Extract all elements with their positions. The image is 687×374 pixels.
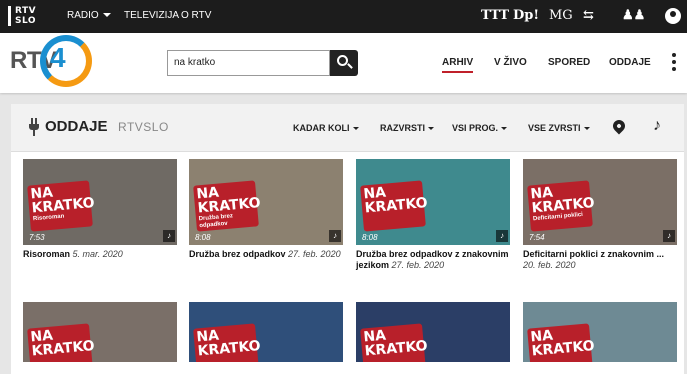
video-thumbnail[interactable]: NA KRATKO Deficitarni poklici 7:54 ♪ bbox=[523, 159, 677, 245]
video-title[interactable]: Deficitarni poklici z znakovnim ... 20. … bbox=[523, 249, 677, 271]
duration-label: 7:54 bbox=[529, 233, 545, 242]
filter-vse-zvrsti[interactable]: VSE ZVRSTI bbox=[528, 123, 590, 133]
logo-text: RTV SLO bbox=[15, 6, 36, 26]
video-title[interactable]: Risoroman 5. mar. 2020 bbox=[23, 249, 177, 260]
video-thumbnail[interactable]: NA KRATKO bbox=[356, 302, 510, 362]
duration-label: 7:53 bbox=[29, 233, 45, 242]
section-subtitle: RTVSLO bbox=[118, 120, 169, 134]
video-thumbnail[interactable]: NA KRATKO 8:08 ♪ bbox=[356, 159, 510, 245]
rtvslo-logo[interactable]: RTV SLO bbox=[8, 5, 46, 29]
video-thumbnail[interactable]: NA KRATKO bbox=[23, 302, 177, 362]
video-title-text: Deficitarni poklici z znakovnim ... bbox=[523, 249, 665, 259]
rtv4-logo-ring bbox=[40, 35, 92, 87]
na-kratko-badge-text: NA KRATKO bbox=[529, 327, 596, 360]
na-kratko-badge-text: NA KRATKO bbox=[195, 184, 262, 217]
na-kratko-badge-text: NA KRATKO bbox=[362, 327, 429, 360]
chevron-down-icon bbox=[583, 127, 590, 131]
channel-dp[interactable]: Dp! bbox=[513, 8, 539, 23]
video-title-text: Risoroman bbox=[23, 249, 71, 259]
search-input[interactable]: na kratko bbox=[167, 50, 330, 76]
video-title[interactable]: Družba brez odpadkov z znakovnim jezikom… bbox=[356, 249, 510, 271]
top-bar: RTV SLO RADIO TELEVIZIJA O RTV TTT Dp! M… bbox=[0, 0, 687, 33]
location-pin-icon[interactable] bbox=[610, 117, 628, 135]
nav-radio[interactable]: RADIO bbox=[67, 10, 111, 21]
nav-radio-label: RADIO bbox=[67, 10, 99, 21]
filter-razvrsti[interactable]: RAZVRSTI bbox=[380, 123, 434, 133]
nav-v-zivo[interactable]: V ŽIVO bbox=[494, 57, 527, 68]
logo-bar bbox=[8, 6, 11, 26]
family-icon[interactable]: ♟♟ bbox=[622, 8, 645, 23]
filter-label: RAZVRSTI bbox=[380, 123, 425, 133]
music-note-icon[interactable]: ♪ bbox=[329, 230, 341, 242]
filter-label: KADAR KOLI bbox=[293, 123, 350, 133]
search-button[interactable] bbox=[330, 50, 358, 76]
plug-icon bbox=[29, 118, 39, 136]
car-icon[interactable]: ⇆ bbox=[583, 8, 594, 23]
chevron-down-icon bbox=[102, 13, 111, 18]
channel-mg[interactable]: MG bbox=[549, 8, 573, 23]
chevron-down-icon bbox=[352, 127, 359, 131]
header: RTV 4 na kratko ARHIV V ŽIVO SPORED ODDA… bbox=[0, 33, 687, 93]
video-date: 5. mar. 2020 bbox=[72, 249, 123, 259]
music-note-icon[interactable]: ♪ bbox=[663, 230, 675, 242]
filter-label: VSE ZVRSTI bbox=[528, 123, 581, 133]
logo-line1: RTV bbox=[15, 6, 37, 16]
video-thumbnail[interactable]: NA KRATKO bbox=[523, 302, 677, 362]
filter-label: VSI PROG. bbox=[452, 123, 499, 133]
more-menu-icon[interactable] bbox=[672, 53, 676, 74]
video-date: 27. feb. 2020 bbox=[288, 249, 341, 259]
content-panel: ODDAJE RTVSLO KADAR KOLI RAZVRSTI VSI PR… bbox=[11, 104, 684, 374]
nav-oddaje[interactable]: ODDAJE bbox=[609, 57, 651, 68]
music-note-icon[interactable]: ♪ bbox=[496, 230, 508, 242]
video-thumbnail[interactable]: NA KRATKO Risoroman 7:53 ♪ bbox=[23, 159, 177, 245]
video-thumbnail[interactable]: NA KRATKO Družba brez odpadkov 8:08 ♪ bbox=[189, 159, 343, 245]
video-thumbnail[interactable]: NA KRATKO bbox=[189, 302, 343, 362]
na-kratko-badge-text: NA KRATKO bbox=[29, 327, 96, 360]
na-kratko-badge-text: NA KRATKO bbox=[195, 327, 262, 360]
chevron-down-icon bbox=[501, 127, 508, 131]
duration-label: 8:08 bbox=[362, 233, 378, 242]
video-date: 20. feb. 2020 bbox=[523, 260, 576, 270]
filter-bar: ODDAJE RTVSLO KADAR KOLI RAZVRSTI VSI PR… bbox=[11, 104, 684, 152]
section-title: ODDAJE bbox=[45, 118, 108, 135]
music-note-icon[interactable]: ♪ bbox=[163, 230, 175, 242]
rtv4-logo-number: 4 bbox=[50, 42, 66, 73]
logo-line2: SLO bbox=[15, 16, 37, 26]
nav-o-rtv[interactable]: O RTV bbox=[181, 10, 211, 21]
chevron-down-icon bbox=[428, 127, 434, 131]
user-icon[interactable] bbox=[665, 8, 681, 24]
video-title-text: Družba brez odpadkov bbox=[189, 249, 286, 259]
nav-spored[interactable]: SPORED bbox=[548, 57, 590, 68]
duration-label: 8:08 bbox=[195, 233, 211, 242]
nav-televizija[interactable]: TELEVIZIJA bbox=[124, 10, 179, 21]
na-kratko-badge-text: NA KRATKO bbox=[29, 184, 96, 217]
filter-vsi-prog[interactable]: VSI PROG. bbox=[452, 123, 508, 133]
na-kratko-badge-text: NA KRATKO bbox=[529, 184, 596, 217]
music-note-icon[interactable]: ♪ bbox=[653, 117, 661, 135]
filter-kadar-koli[interactable]: KADAR KOLI bbox=[293, 123, 359, 133]
na-kratko-badge-text: NA KRATKO bbox=[362, 184, 429, 217]
channel-ttt[interactable]: TTT bbox=[481, 8, 509, 23]
nav-arhiv[interactable]: ARHIV bbox=[442, 57, 474, 73]
video-title[interactable]: Družba brez odpadkov 27. feb. 2020 bbox=[189, 249, 343, 260]
search-icon-handle bbox=[347, 63, 353, 69]
video-date: 27. feb. 2020 bbox=[391, 260, 445, 270]
